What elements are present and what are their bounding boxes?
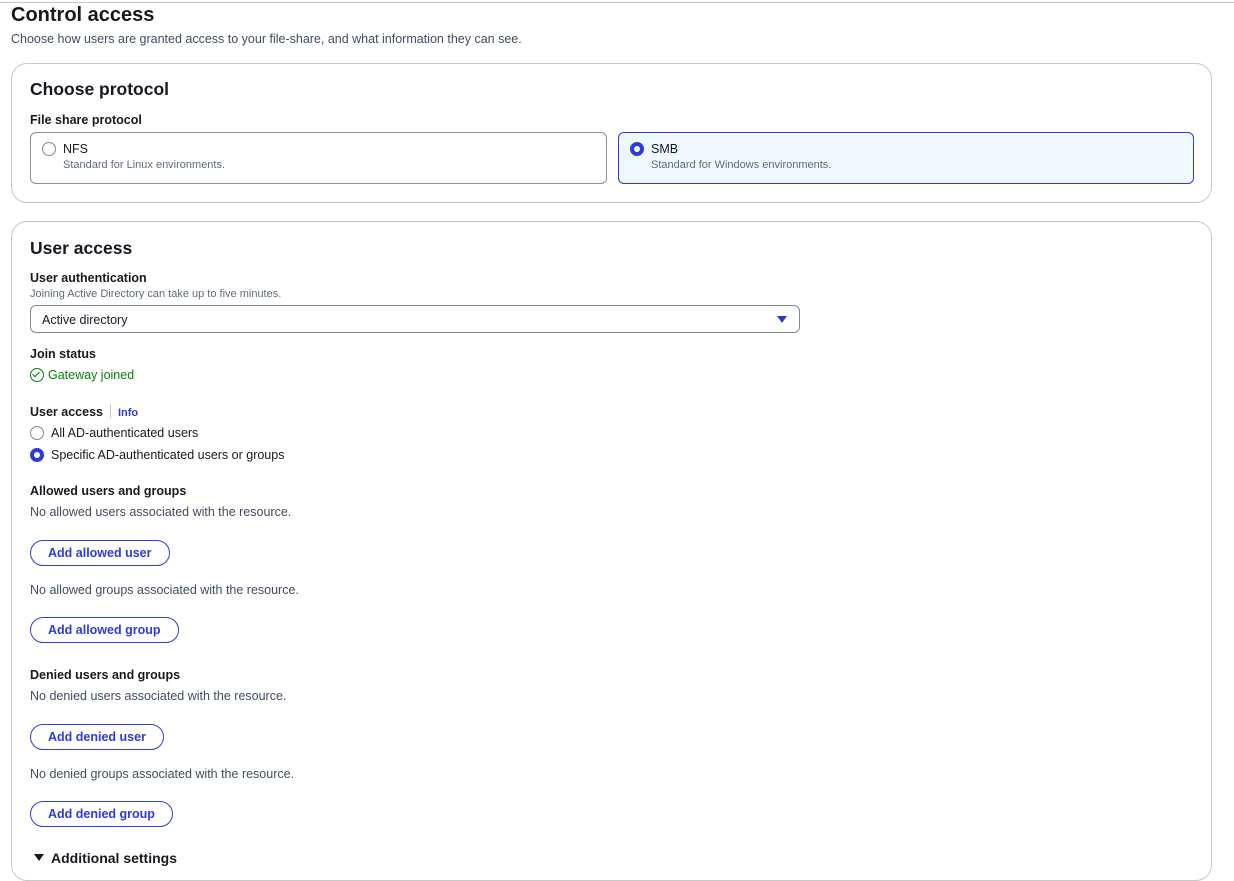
- specific-ad-users-radio[interactable]: [30, 448, 44, 462]
- add-allowed-group-button[interactable]: Add allowed group: [30, 617, 179, 643]
- choose-protocol-container: Choose protocol File share protocol NFS …: [11, 63, 1212, 203]
- no-allowed-groups-text: No allowed groups associated with the re…: [30, 583, 299, 597]
- user-access-label-row: User access Info: [30, 403, 138, 419]
- nfs-name: NFS: [63, 142, 88, 156]
- info-link[interactable]: Info: [118, 407, 138, 419]
- join-status-text: Gateway joined: [48, 368, 135, 382]
- add-denied-group-button[interactable]: Add denied group: [30, 801, 173, 827]
- label-divider: [109, 404, 111, 418]
- choose-protocol-heading: Choose protocol: [30, 79, 170, 99]
- caret-down-icon: [777, 316, 787, 323]
- add-denied-user-button[interactable]: Add denied user: [30, 724, 164, 750]
- allowed-users-groups-heading: Allowed users and groups: [30, 484, 187, 498]
- add-allowed-user-button[interactable]: Add allowed user: [30, 540, 170, 566]
- caret-down-icon: [34, 854, 44, 861]
- user-authentication-description: Joining Active Directory can take up to …: [30, 288, 282, 300]
- file-share-protocol-label: File share protocol: [30, 113, 142, 127]
- protocol-tile-nfs[interactable]: NFS Standard for Linux environments.: [30, 132, 607, 184]
- user-authentication-label: User authentication: [30, 271, 147, 285]
- all-ad-users-label: All AD-authenticated users: [51, 426, 199, 440]
- protocol-tile-smb[interactable]: SMB Standard for Windows environments.: [618, 132, 1194, 184]
- check-circle-icon: [30, 368, 44, 382]
- smb-description: Standard for Windows environments.: [651, 159, 832, 171]
- no-denied-users-text: No denied users associated with the reso…: [30, 689, 287, 703]
- nfs-description: Standard for Linux environments.: [63, 159, 226, 171]
- page-description: Choose how users are granted access to y…: [11, 32, 522, 46]
- no-denied-groups-text: No denied groups associated with the res…: [30, 767, 295, 781]
- user-access-label: User access: [30, 405, 103, 419]
- additional-settings-label: Additional settings: [51, 850, 177, 866]
- additional-settings-expander[interactable]: Additional settings: [34, 850, 177, 868]
- all-ad-users-radio[interactable]: [30, 426, 44, 440]
- user-authentication-value: Active directory: [42, 313, 128, 327]
- user-access-container: User access User authentication Joining …: [11, 221, 1212, 881]
- smb-radio[interactable]: [630, 142, 644, 156]
- top-divider: [0, 2, 1234, 3]
- user-authentication-select[interactable]: Active directory: [30, 305, 800, 333]
- smb-name: SMB: [651, 142, 679, 156]
- user-access-heading: User access: [30, 238, 133, 258]
- denied-users-groups-heading: Denied users and groups: [30, 668, 181, 682]
- page-title: Control access: [11, 4, 155, 26]
- nfs-radio[interactable]: [42, 142, 56, 156]
- no-allowed-users-text: No allowed users associated with the res…: [30, 505, 292, 519]
- specific-ad-users-label: Specific AD-authenticated users or group…: [51, 448, 285, 462]
- join-status-label: Join status: [30, 347, 96, 361]
